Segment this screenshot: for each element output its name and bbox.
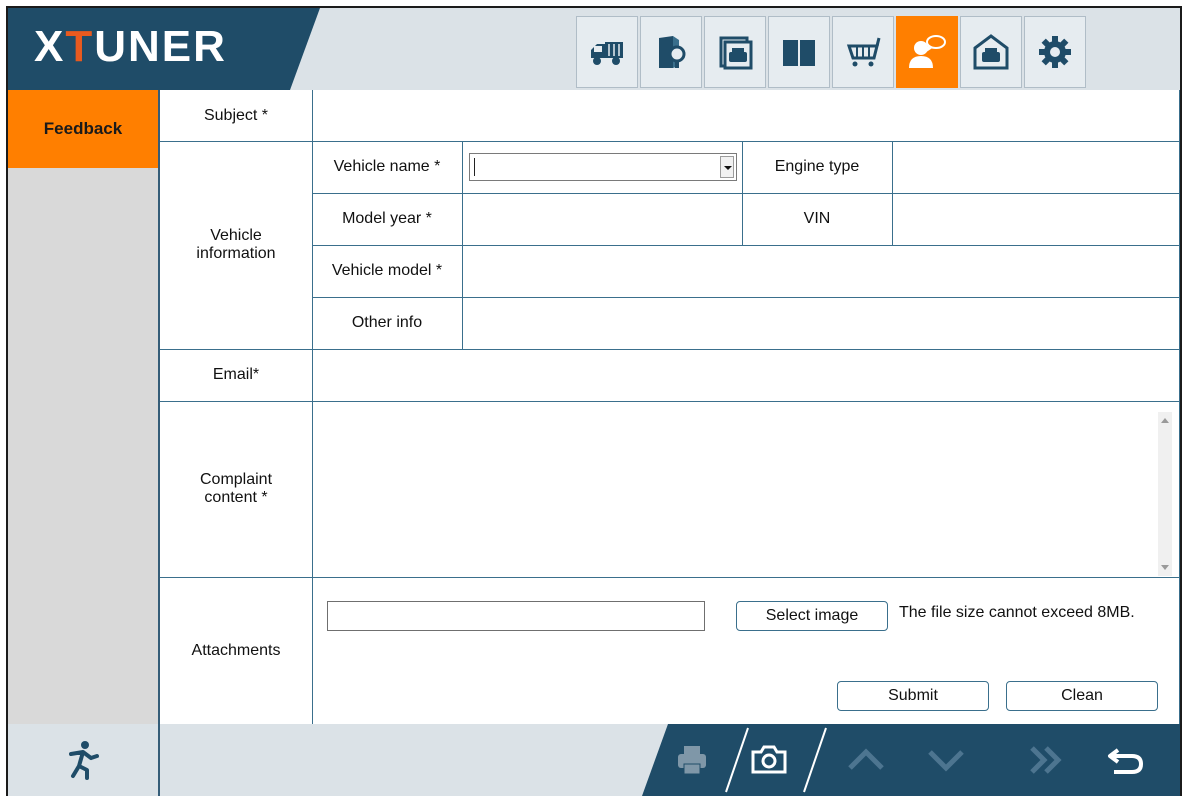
manual-book-icon — [783, 40, 815, 66]
gallery-icon — [719, 36, 753, 70]
sidebar: Feedback — [8, 90, 160, 724]
print-button[interactable] — [666, 734, 718, 786]
select-image-button[interactable]: Select image — [736, 601, 888, 631]
exit-button[interactable] — [8, 724, 160, 796]
logo: XTUNER — [34, 22, 227, 71]
feedback-user-icon — [909, 35, 946, 68]
fast-forward-button[interactable] — [1020, 734, 1072, 786]
back-icon — [1108, 748, 1144, 774]
vehicle-model-field[interactable] — [463, 245, 1179, 297]
submit-button[interactable]: Submit — [837, 681, 989, 711]
complaint-content-textarea[interactable] — [313, 402, 1158, 577]
vehicle-name-select[interactable] — [469, 153, 737, 181]
other-info-field[interactable] — [463, 297, 1179, 349]
footer — [8, 724, 1180, 796]
model-year-field[interactable] — [463, 193, 742, 245]
chevron-down-icon[interactable] — [720, 156, 734, 178]
shop-button[interactable] — [832, 16, 894, 88]
divider — [160, 577, 1180, 578]
textarea-scrollbar[interactable] — [1158, 412, 1172, 576]
vehicle-model-label: Vehicle model * — [331, 262, 443, 279]
page-down-icon — [928, 750, 964, 772]
truck-icon — [591, 42, 623, 65]
engine-type-field[interactable] — [893, 141, 1179, 193]
file-size-note: The file size cannot exceed 8MB. — [899, 604, 1135, 621]
other-info-label: Other info — [351, 314, 423, 331]
back-button[interactable] — [1100, 734, 1152, 786]
screenshot-button[interactable] — [743, 734, 795, 786]
garage-button[interactable] — [960, 16, 1022, 88]
app-window: XTUNER Feedback Subject * Vehicle inform… — [6, 6, 1182, 796]
subject-input[interactable] — [313, 90, 1179, 141]
email-field[interactable] — [313, 349, 1179, 401]
divider — [1179, 90, 1180, 724]
garage-icon — [973, 34, 1009, 70]
camera-icon — [751, 745, 787, 774]
subject-label: Subject * — [203, 106, 269, 124]
page-up-button[interactable] — [840, 734, 892, 786]
scroll-down-icon[interactable] — [1161, 565, 1169, 570]
vin-field[interactable] — [893, 193, 1179, 245]
page-up-icon — [848, 748, 884, 770]
vehicle-name-label: Vehicle name * — [333, 158, 441, 175]
page-down-button[interactable] — [920, 734, 972, 786]
attachment-path-input[interactable] — [327, 601, 705, 631]
book-search-icon — [659, 36, 686, 68]
engine-type-label: Engine type — [774, 158, 860, 175]
attachments-label: Attachments — [191, 641, 281, 659]
model-year-label: Model year * — [342, 210, 432, 227]
sidebar-item-feedback[interactable]: Feedback — [8, 90, 158, 168]
clean-button[interactable]: Clean — [1006, 681, 1158, 711]
cart-icon — [846, 37, 881, 67]
print-icon — [678, 746, 706, 775]
search-manual-button[interactable] — [640, 16, 702, 88]
vin-label: VIN — [803, 210, 831, 227]
email-label: Email* — [212, 366, 260, 383]
feedback-button[interactable] — [896, 16, 958, 88]
gear-icon — [1039, 36, 1071, 68]
scroll-up-icon[interactable] — [1161, 418, 1169, 423]
text-cursor — [474, 158, 475, 176]
manual-button[interactable] — [768, 16, 830, 88]
fast-forward-icon — [1030, 746, 1062, 774]
complaint-content-label: Complaint content * — [199, 471, 273, 506]
settings-button[interactable] — [1024, 16, 1086, 88]
footer-background — [642, 724, 1180, 796]
exit-icon — [69, 741, 99, 780]
feedback-form: Subject * Vehicle information Vehicle na… — [160, 90, 1180, 724]
vehicle-diagnosis-button[interactable] — [576, 16, 638, 88]
vehicle-information-label: Vehicle information — [196, 227, 276, 262]
gallery-button[interactable] — [704, 16, 766, 88]
header: XTUNER — [8, 8, 1180, 90]
